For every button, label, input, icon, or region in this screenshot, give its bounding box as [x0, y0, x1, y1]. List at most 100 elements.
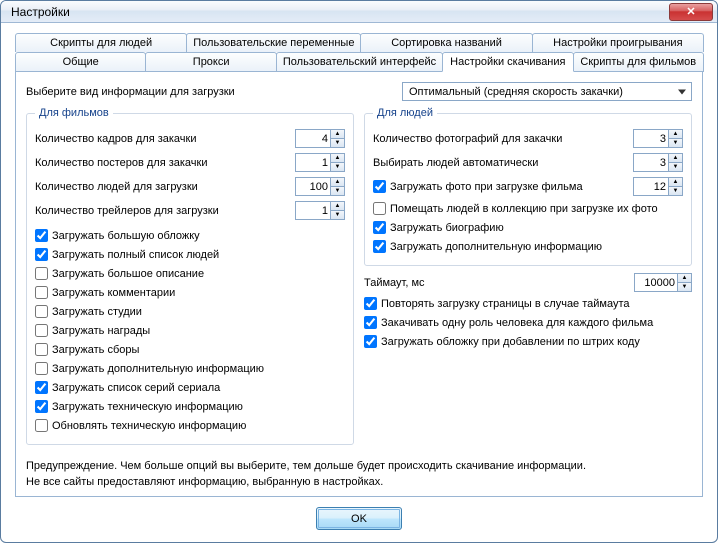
right-opt-1[interactable]: Закачивать одну роль человека для каждог…: [364, 314, 692, 331]
movie-opt-5-input[interactable]: [35, 324, 48, 337]
tab2-3[interactable]: Настройки скачивания: [442, 52, 573, 72]
movie-opt-9[interactable]: Загружать техническую информацию: [35, 398, 345, 415]
content: Скрипты для людейПользовательские переме…: [1, 23, 717, 542]
tab-2[interactable]: Сортировка названий: [360, 33, 532, 52]
movie-opt-7[interactable]: Загружать дополнительную информацию: [35, 360, 345, 377]
movie-opt-10-label: Обновлять техническую информацию: [52, 420, 246, 432]
movie-opt-2-input[interactable]: [35, 267, 48, 280]
spinner-up-icon[interactable]: ▲: [331, 202, 344, 211]
timeout-spinner[interactable]: ▲▼: [634, 273, 692, 292]
put-collection-input[interactable]: [373, 202, 386, 215]
info-type-row: Выберите вид информации для загрузки Опт…: [26, 82, 692, 101]
movie-opt-4[interactable]: Загружать студии: [35, 303, 345, 320]
movie-opt-3-label: Загружать комментарии: [52, 287, 175, 299]
spinner-down-icon[interactable]: ▼: [669, 187, 682, 195]
tab2-1[interactable]: Прокси: [145, 52, 276, 72]
tab2-2[interactable]: Пользовательский интерфейс: [276, 52, 443, 72]
movie-frames-row: Количество кадров для закачки▲▼: [35, 128, 345, 149]
right-opt-2-label: Загружать обложку при добавлении по штри…: [381, 336, 640, 348]
movie-opt-8-input[interactable]: [35, 381, 48, 394]
spinner-up-icon[interactable]: ▲: [331, 130, 344, 139]
close-button[interactable]: ✕: [669, 3, 713, 21]
movie-opt-1-input[interactable]: [35, 248, 48, 261]
right-opt-0-label: Повторять загрузку страницы в случае тай…: [381, 298, 630, 310]
spinner-up-icon[interactable]: ▲: [331, 178, 344, 187]
movie-opt-8[interactable]: Загружать список серий сериала: [35, 379, 345, 396]
right-opt-1-input[interactable]: [364, 316, 377, 329]
tab2-0[interactable]: Общие: [15, 52, 146, 72]
movie-opt-1-label: Загружать полный список людей: [52, 249, 219, 261]
photo-on-movie-value-input[interactable]: [634, 178, 668, 195]
movie-opt-4-input[interactable]: [35, 305, 48, 318]
bio-checkbox[interactable]: Загружать биографию: [373, 219, 683, 236]
people-photos-input[interactable]: [634, 130, 668, 147]
right-group: Таймаут, мс ▲▼ Повторять загрузку страни…: [364, 272, 692, 350]
right-opt-1-label: Закачивать одну роль человека для каждог…: [381, 317, 653, 329]
movie-opt-3[interactable]: Загружать комментарии: [35, 284, 345, 301]
right-opt-2-input[interactable]: [364, 335, 377, 348]
spinner-up-icon[interactable]: ▲: [331, 154, 344, 163]
right-opt-0[interactable]: Повторять загрузку страницы в случае тай…: [364, 295, 692, 312]
spinner-up-icon[interactable]: ▲: [669, 154, 682, 163]
movie-frames-input[interactable]: [296, 130, 330, 147]
movie-opt-0-input[interactable]: [35, 229, 48, 242]
tab2-4[interactable]: Скрипты для фильмов: [573, 52, 704, 72]
tab-1[interactable]: Пользовательские переменные: [186, 33, 361, 52]
people-auto-input[interactable]: [634, 154, 668, 171]
spinner-down-icon[interactable]: ▼: [669, 139, 682, 147]
tab-3[interactable]: Настройки проигрывания: [532, 33, 704, 52]
movie-posters-spinner[interactable]: ▲▼: [295, 153, 345, 172]
columns: Для фильмов Количество кадров для закачк…: [26, 107, 692, 451]
movie-posters-input[interactable]: [296, 154, 330, 171]
people-photos-spinner[interactable]: ▲▼: [633, 129, 683, 148]
spinner-down-icon[interactable]: ▼: [331, 187, 344, 195]
movie-opt-9-input[interactable]: [35, 400, 48, 413]
people-legend: Для людей: [373, 107, 437, 119]
movie-opt-8-label: Загружать список серий сериала: [52, 382, 220, 394]
warning-line1: Предупреждение. Чем больше опций вы выбе…: [26, 459, 692, 474]
spinner-down-icon[interactable]: ▼: [669, 163, 682, 171]
col-left: Для фильмов Количество кадров для закачк…: [26, 107, 354, 451]
spinner-up-icon[interactable]: ▲: [669, 178, 682, 187]
right-opt-0-input[interactable]: [364, 297, 377, 310]
photo-on-movie-checkbox[interactable]: Загружать фото при загрузке фильма: [373, 178, 633, 195]
movie-opt-2[interactable]: Загружать большое описание: [35, 265, 345, 282]
movie-people-input[interactable]: [296, 178, 330, 195]
people-auto-spinner[interactable]: ▲▼: [633, 153, 683, 172]
timeout-row: Таймаут, мс ▲▼: [364, 272, 692, 293]
movie-opt-6-input[interactable]: [35, 343, 48, 356]
right-opt-2[interactable]: Загружать обложку при добавлении по штри…: [364, 333, 692, 350]
spinner-down-icon[interactable]: ▼: [331, 139, 344, 147]
movie-opt-7-input[interactable]: [35, 362, 48, 375]
movie-opt-10[interactable]: Обновлять техническую информацию: [35, 417, 345, 434]
spinner-down-icon[interactable]: ▼: [678, 283, 691, 291]
photo-on-movie-spinner[interactable]: ▲▼: [633, 177, 683, 196]
photo-on-movie-input[interactable]: [373, 180, 386, 193]
movie-opt-5[interactable]: Загружать награды: [35, 322, 345, 339]
movie-trailers-input[interactable]: [296, 202, 330, 219]
tab-row-1: Скрипты для людейПользовательские переме…: [15, 33, 703, 52]
ok-button[interactable]: OK: [316, 507, 402, 530]
spinner-down-icon[interactable]: ▼: [331, 163, 344, 171]
movie-opt-6[interactable]: Загружать сборы: [35, 341, 345, 358]
timeout-input[interactable]: [635, 274, 677, 291]
extra-checkbox[interactable]: Загружать дополнительную информацию: [373, 238, 683, 255]
movie-frames-spinner[interactable]: ▲▼: [295, 129, 345, 148]
spinner-up-icon[interactable]: ▲: [678, 274, 691, 283]
put-collection-checkbox[interactable]: Помещать людей в коллекцию при загрузке …: [373, 200, 683, 217]
movie-opt-4-label: Загружать студии: [52, 306, 142, 318]
info-type-select[interactable]: Оптимальный (средняя скорость закачки): [402, 82, 692, 101]
spinner-down-icon[interactable]: ▼: [331, 211, 344, 219]
movie-people-spinner[interactable]: ▲▼: [295, 177, 345, 196]
extra-input[interactable]: [373, 240, 386, 253]
movie-opt-0[interactable]: Загружать большую обложку: [35, 227, 345, 244]
tab-0[interactable]: Скрипты для людей: [15, 33, 187, 52]
bio-input[interactable]: [373, 221, 386, 234]
movie-trailers-spinner[interactable]: ▲▼: [295, 201, 345, 220]
movie-opt-10-input[interactable]: [35, 419, 48, 432]
movie-opt-0-label: Загружать большую обложку: [52, 230, 200, 242]
spinner-up-icon[interactable]: ▲: [669, 130, 682, 139]
movie-opt-1[interactable]: Загружать полный список людей: [35, 246, 345, 263]
movie-opt-3-input[interactable]: [35, 286, 48, 299]
movie-trailers-label: Количество трейлеров для загрузки: [35, 205, 295, 217]
